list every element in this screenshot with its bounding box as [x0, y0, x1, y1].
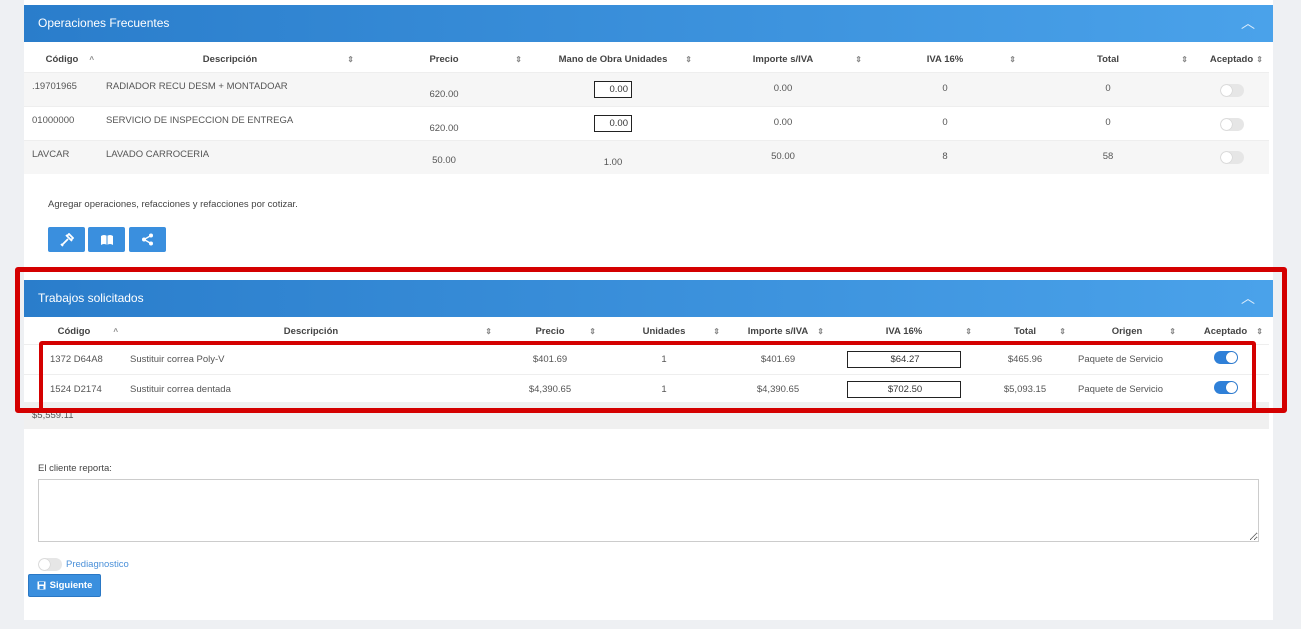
cell-descripcion: LAVADO CARROCERIA	[106, 148, 210, 160]
cell-total: $465.96	[978, 343, 1072, 374]
iva-input[interactable]: $64.27	[847, 350, 961, 368]
cell-importe: 0.00	[773, 82, 793, 94]
cell-iva: 0	[942, 82, 948, 94]
table-row: LAVCAR LAVADO CARROCERIA 50.00 1.00 50.0…	[24, 140, 1269, 174]
cell-importe: 0.00	[773, 116, 793, 128]
cell-precio: 620.00	[429, 88, 459, 100]
table-row: 1524 D2174 Sustituir correa dentada $4,3…	[24, 373, 1269, 404]
unidades-input[interactable]: 0.00	[594, 80, 632, 98]
save-icon	[37, 581, 46, 590]
ops-panel-header[interactable]: Operaciones Frecuentes ︿	[24, 5, 1273, 42]
col-mano-obra[interactable]: Mano de Obra Unidades ⇕	[528, 48, 698, 72]
col-codigo[interactable]: Código ^	[24, 48, 100, 72]
col-iva[interactable]: IVA 16% ⇕	[868, 48, 1022, 72]
add-cotizar-button[interactable]	[129, 227, 166, 252]
add-items-text: Agregar operaciones, refacciones y refac…	[48, 199, 298, 210]
cell-origen: Paquete de Servicio	[1072, 373, 1182, 404]
cell-importe: $401.69	[726, 343, 830, 374]
ops-table: Código ^ Descripción ⇕ Precio ⇕ Mano de Obr…	[24, 48, 1269, 174]
aceptado-toggle[interactable]	[1213, 381, 1238, 395]
cell-codigo: 1372 D64A8	[24, 343, 124, 374]
siguiente-button[interactable]: Siguiente	[28, 574, 101, 597]
table-row: .19701965 RADIADOR RECU DESM + MONTADOAR…	[24, 72, 1269, 106]
cell-codigo: .19701965	[32, 80, 77, 92]
trabajos-panel-header[interactable]: Trabajos solicitados ︿	[24, 280, 1273, 317]
cliente-reporta-textarea[interactable]	[38, 479, 1259, 542]
col-total[interactable]: Total ⇕	[1022, 48, 1194, 72]
cell-codigo: 1524 D2174	[24, 373, 124, 404]
tools-icon	[59, 232, 74, 247]
collapse-chevron-icon[interactable]: ︿	[1241, 280, 1255, 317]
cell-precio: 50.00	[432, 154, 456, 166]
col-unidades[interactable]: Unidades ⇕	[602, 320, 726, 344]
cell-codigo: 01000000	[32, 114, 75, 126]
col-iva[interactable]: IVA 16% ⇕	[830, 320, 978, 344]
table-row: 01000000 SERVICIO DE INSPECCION DE ENTRE…	[24, 106, 1269, 140]
cell-descripcion: Sustituir correa dentada	[124, 373, 498, 404]
col-precio[interactable]: Precio ⇕	[360, 48, 528, 72]
cell-descripcion: RADIADOR RECU DESM + MONTADOAR	[106, 80, 288, 92]
cell-precio: $4,390.65	[498, 373, 602, 404]
cell-iva: 0	[942, 116, 948, 128]
table-row: 1372 D64A8 Sustituir correa Poly-V $401.…	[24, 343, 1269, 374]
collapse-chevron-icon[interactable]: ︿	[1241, 5, 1255, 42]
add-refaccion-button[interactable]	[88, 227, 125, 252]
cell-importe: 50.00	[771, 150, 795, 162]
col-aceptado[interactable]: Aceptado ⇕	[1182, 320, 1269, 344]
total-strip	[24, 402, 1269, 429]
cell-unidades: 1	[602, 373, 726, 404]
grand-total: $5,559.11	[32, 410, 74, 421]
main-card: Operaciones Frecuentes ︿ Código ^ Descrip…	[24, 0, 1273, 620]
add-operation-button[interactable]	[48, 227, 85, 252]
unidades-input[interactable]: 0.00	[594, 114, 632, 132]
aceptado-toggle[interactable]	[1213, 351, 1238, 364]
share-icon	[142, 233, 153, 246]
col-origen[interactable]: Origen ⇕	[1072, 320, 1182, 344]
cell-origen: Paquete de Servicio	[1072, 343, 1182, 374]
col-descripcion[interactable]: Descripción ⇕	[124, 320, 498, 344]
cell-precio: 620.00	[429, 122, 459, 134]
cell-total: 0	[1105, 82, 1111, 94]
prediagnostico-toggle[interactable]	[38, 558, 62, 571]
book-icon	[100, 234, 113, 245]
cliente-reporta-label: El cliente reporta:	[38, 463, 112, 474]
prediagnostico-label: Prediagnostico	[66, 559, 129, 570]
iva-input[interactable]: $702.50	[847, 380, 961, 398]
col-aceptado[interactable]: Aceptado ⇕	[1194, 48, 1269, 72]
col-codigo[interactable]: Código ^	[24, 320, 124, 344]
aceptado-toggle[interactable]	[1219, 83, 1244, 97]
cell-importe: $4,390.65	[726, 373, 830, 404]
trabajos-panel-title: Trabajos solicitados	[38, 291, 144, 305]
cell-codigo: LAVCAR	[32, 148, 70, 160]
siguiente-label: Siguiente	[49, 580, 93, 591]
cell-unidades: 1	[602, 343, 726, 374]
col-total[interactable]: Total ⇕	[978, 320, 1072, 344]
cell-total: $5,093.15	[978, 373, 1072, 404]
col-importe[interactable]: Importe s/IVA ⇕	[726, 320, 830, 344]
cell-precio: $401.69	[498, 343, 602, 374]
cell-iva: 8	[942, 150, 948, 162]
ops-panel-title: Operaciones Frecuentes	[38, 16, 170, 30]
aceptado-toggle[interactable]	[1219, 117, 1244, 131]
cell-descripcion: Sustituir correa Poly-V	[124, 343, 498, 374]
cell-total: 58	[1102, 150, 1114, 162]
aceptado-toggle[interactable]	[1219, 150, 1244, 164]
cell-unidades: 1.00	[603, 156, 623, 168]
trabajos-table: Código ^ Descripción ⇕ Precio ⇕ Unidades ⇕ I…	[24, 320, 1269, 404]
col-descripcion[interactable]: Descripción ⇕	[100, 48, 360, 72]
col-importe[interactable]: Importe s/IVA ⇕	[698, 48, 868, 72]
cell-descripcion: SERVICIO DE INSPECCION DE ENTREGA	[106, 114, 294, 126]
col-precio[interactable]: Precio ⇕	[498, 320, 602, 344]
cell-total: 0	[1105, 116, 1111, 128]
